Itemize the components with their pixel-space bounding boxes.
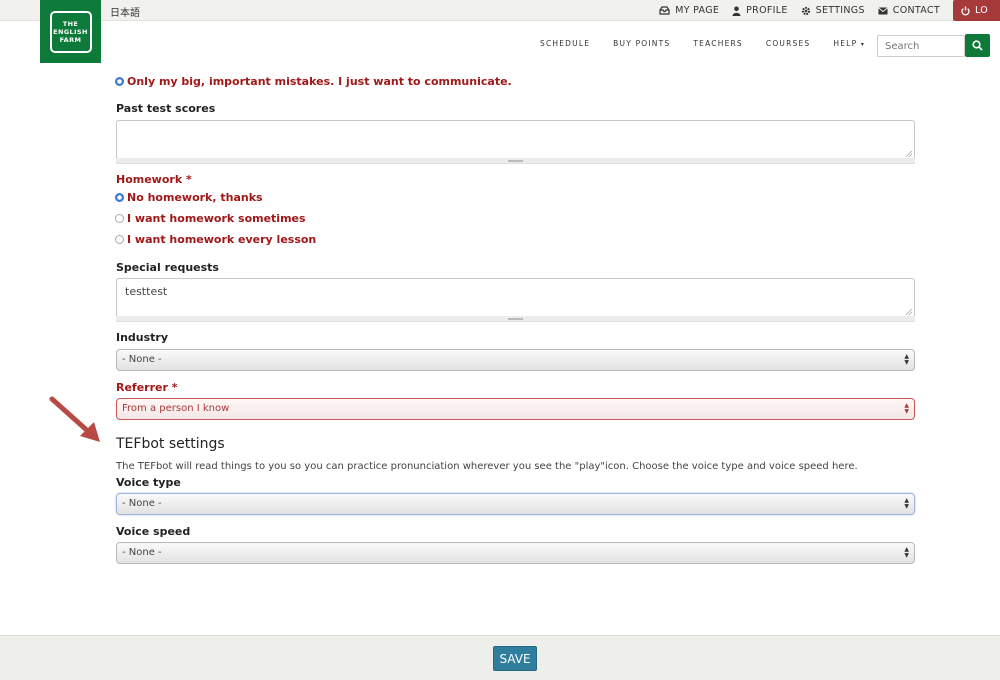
tefbot-settings-heading: TEFbot settings xyxy=(116,436,225,452)
voice-type-label: Voice type xyxy=(116,476,181,489)
resize-grip-icon[interactable] xyxy=(906,309,912,315)
referrer-value: From a person I know xyxy=(122,403,230,414)
special-requests-value: testtest xyxy=(125,285,168,298)
nav-schedule[interactable]: SCHEDULE xyxy=(540,39,590,48)
select-arrows-icon: ▲ ▼ xyxy=(904,353,909,366)
correction-option-selected[interactable]: Only my big, important mistakes. I just … xyxy=(115,75,512,88)
radio-empty-icon xyxy=(115,235,124,244)
special-requests-label: Special requests xyxy=(116,261,219,274)
user-icon xyxy=(732,6,741,16)
homework-option-label: No homework, thanks xyxy=(127,191,263,204)
homework-option-sometimes[interactable]: I want homework sometimes xyxy=(115,212,306,225)
settings-link[interactable]: SETTINGS xyxy=(801,5,865,16)
homework-label: Homework * xyxy=(116,173,192,186)
homework-option-label: I want homework sometimes xyxy=(127,212,306,225)
annotation-arrow-icon xyxy=(49,396,100,442)
utility-links: MY PAGE PROFILE SETTINGS CONTACT LO xyxy=(659,0,1000,21)
homework-option-label: I want homework every lesson xyxy=(127,233,317,246)
site-logo[interactable]: THE ENGLISH FARM xyxy=(40,0,101,63)
caret-down-icon: ▾ xyxy=(860,41,866,48)
profile-link[interactable]: PROFILE xyxy=(732,5,787,16)
referrer-label: Referrer * xyxy=(116,381,178,394)
nav-courses[interactable]: COURSES xyxy=(766,39,811,48)
radio-selected-icon xyxy=(115,77,124,86)
radio-empty-icon xyxy=(115,214,124,223)
nav-help[interactable]: HELP ▾ xyxy=(833,39,865,48)
voice-type-value: - None - xyxy=(122,498,162,509)
referrer-select[interactable]: From a person I know ▲ ▼ xyxy=(116,398,915,420)
utility-bar: 日本語 MY PAGE PROFILE SETTINGS CONTACT LO xyxy=(0,0,1000,21)
special-requests-textarea[interactable]: testtest xyxy=(116,278,915,318)
textarea-resize-bar[interactable] xyxy=(116,158,915,164)
language-switch[interactable]: 日本語 xyxy=(110,4,140,19)
past-scores-label: Past test scores xyxy=(116,102,216,115)
logout-button[interactable]: LO xyxy=(952,0,1000,21)
industry-label: Industry xyxy=(116,331,169,344)
gear-icon xyxy=(801,6,810,15)
select-arrows-icon: ▲ ▼ xyxy=(904,402,909,415)
voice-speed-label: Voice speed xyxy=(116,525,191,538)
voice-type-select[interactable]: - None - ▲ ▼ xyxy=(116,493,915,515)
search-input[interactable] xyxy=(877,35,965,57)
select-arrows-icon: ▲ ▼ xyxy=(904,546,909,559)
my-page-label: MY PAGE xyxy=(675,5,720,16)
envelope-icon xyxy=(877,6,888,14)
contact-label: CONTACT xyxy=(892,5,940,16)
logo-text: THE ENGLISH FARM xyxy=(49,10,92,53)
main-nav: SCHEDULE BUY POINTS TEACHERS COURSES HEL… xyxy=(540,39,888,48)
industry-value: - None - xyxy=(122,354,162,365)
resize-grip-icon[interactable] xyxy=(906,151,912,157)
my-page-link[interactable]: MY PAGE xyxy=(659,5,719,16)
nav-buy-points[interactable]: BUY POINTS xyxy=(613,39,670,48)
voice-speed-value: - None - xyxy=(122,547,162,558)
homework-option-none[interactable]: No homework, thanks xyxy=(115,191,263,204)
nav-help-label: HELP xyxy=(833,39,858,48)
industry-select[interactable]: - None - ▲ ▼ xyxy=(116,349,915,371)
contact-link[interactable]: CONTACT xyxy=(877,5,940,16)
search-icon xyxy=(972,40,983,51)
voice-speed-select[interactable]: - None - ▲ ▼ xyxy=(116,542,915,564)
settings-label: SETTINGS xyxy=(815,5,865,16)
tefbot-help-text: The TEFbot will read things to you so yo… xyxy=(116,461,858,472)
inbox-icon xyxy=(659,6,670,15)
save-button[interactable]: SAVE xyxy=(493,646,537,671)
nav-teachers[interactable]: TEACHERS xyxy=(693,39,743,48)
profile-label: PROFILE xyxy=(746,5,788,16)
textarea-resize-bar[interactable] xyxy=(116,316,915,322)
homework-option-every-lesson[interactable]: I want homework every lesson xyxy=(115,233,317,246)
logout-label: LO xyxy=(974,5,988,16)
power-icon xyxy=(961,6,970,15)
correction-option-label: Only my big, important mistakes. I just … xyxy=(127,75,512,88)
radio-selected-icon xyxy=(115,193,124,202)
select-arrows-icon: ▲ ▼ xyxy=(904,497,909,510)
search-button[interactable] xyxy=(965,34,990,57)
past-scores-textarea[interactable] xyxy=(116,120,915,160)
